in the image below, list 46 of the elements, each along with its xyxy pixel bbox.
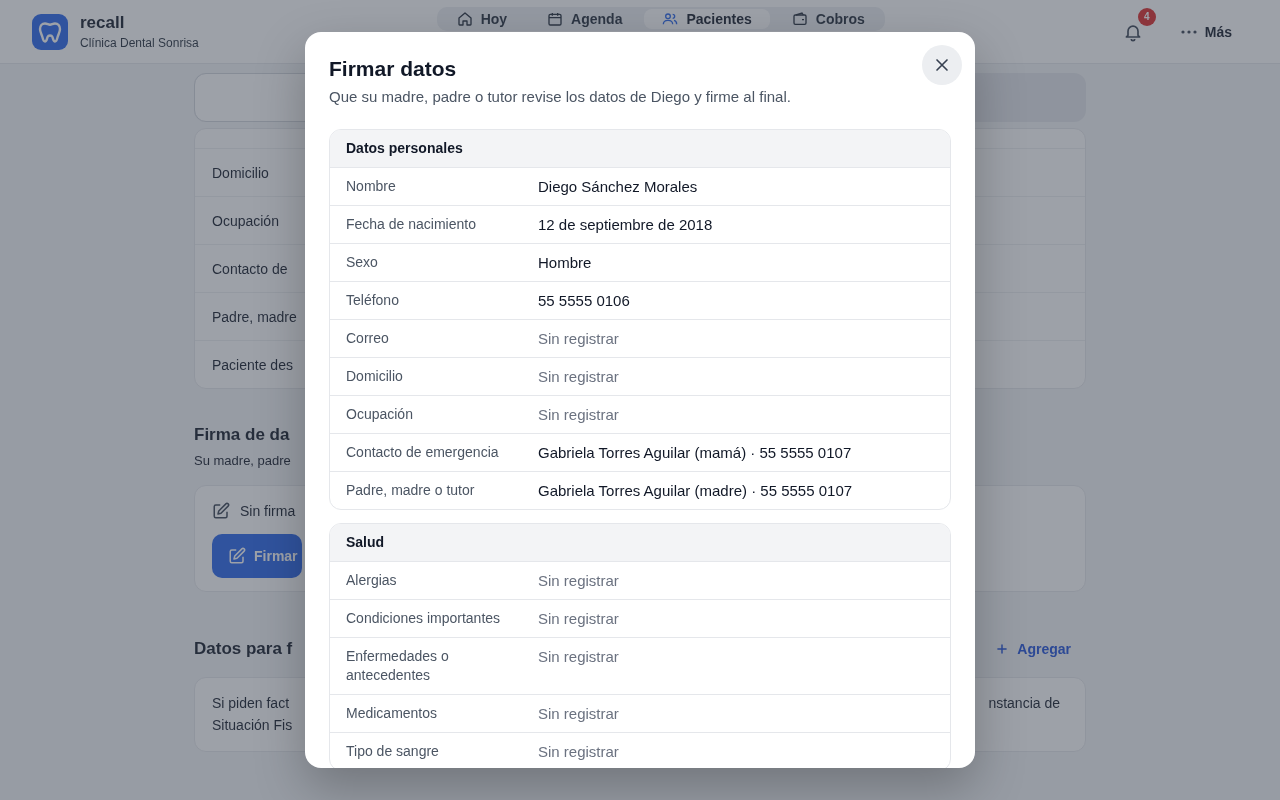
section-title: Datos para f: [194, 638, 293, 660]
signature-status: Sin firma: [240, 503, 296, 519]
section-title: Firma de da: [194, 424, 290, 446]
field-label: Enfermedades o antecedentes: [346, 647, 450, 685]
field-label: Domicilio: [212, 164, 269, 181]
billing-note: nstancia de: [988, 694, 1060, 713]
field-value: Sin registrar: [538, 647, 619, 666]
field-label: Padre, madre o tutor: [346, 481, 476, 500]
field-label: Tipo de sangre: [346, 742, 440, 761]
clinic-name: Clínica Dental Sonrisa: [80, 36, 199, 50]
field-value: Diego Sánchez Morales: [538, 177, 698, 196]
field-label: Teléfono: [346, 291, 400, 310]
dialog-title: Firmar datos: [329, 56, 457, 82]
field-value: Sin registrar: [538, 329, 619, 348]
field-label: Nombre: [346, 177, 397, 196]
field-value: Hombre: [538, 253, 592, 272]
field-label: Domicilio: [346, 367, 404, 386]
field-label: Condiciones importantes: [346, 609, 502, 628]
field-value: Sin registrar: [538, 704, 619, 723]
field-label: Padre, madre: [212, 308, 297, 325]
field-value: 55 5555 0106: [538, 291, 630, 310]
field-label: Contacto de: [212, 260, 288, 277]
field-label: Alergias: [346, 571, 398, 590]
field-value: Sin registrar: [538, 405, 619, 424]
field-label: Ocupación: [212, 212, 279, 229]
field-label: Ocupación: [346, 405, 414, 424]
section-subtitle: Su madre, padre: [194, 452, 291, 470]
field-value: Gabriela Torres Aguilar (madre) · 55 5555 0107: [538, 481, 853, 500]
field-label: Sexo: [346, 253, 379, 272]
billing-note: Si piden fact Situación Fis: [212, 694, 293, 735]
field-value: 12 de septiembre de 2018: [538, 215, 713, 234]
field-value: Sin registrar: [538, 609, 619, 628]
field-label: Paciente des: [212, 356, 293, 373]
field-label: Fecha de nacimiento: [346, 215, 477, 234]
field-label: Contacto de emergencia: [346, 443, 500, 462]
field-value: Sin registrar: [538, 742, 619, 761]
field-label: Medicamentos: [346, 704, 439, 723]
field-value: Sin registrar: [538, 367, 619, 386]
section-header: Salud: [330, 524, 950, 561]
brand-name: recall: [80, 13, 125, 33]
dialog-subtitle: Que su madre, padre o tutor revise los datos de Diego y firme al final.: [329, 87, 791, 107]
field-value: Gabriela Torres Aguilar (mamá) · 55 5555 0107: [538, 443, 852, 462]
field-value: Sin registrar: [538, 571, 619, 590]
field-label: Correo: [346, 329, 390, 348]
section-header: Datos personales: [330, 130, 950, 167]
notification-badge: 4: [1137, 7, 1156, 26]
